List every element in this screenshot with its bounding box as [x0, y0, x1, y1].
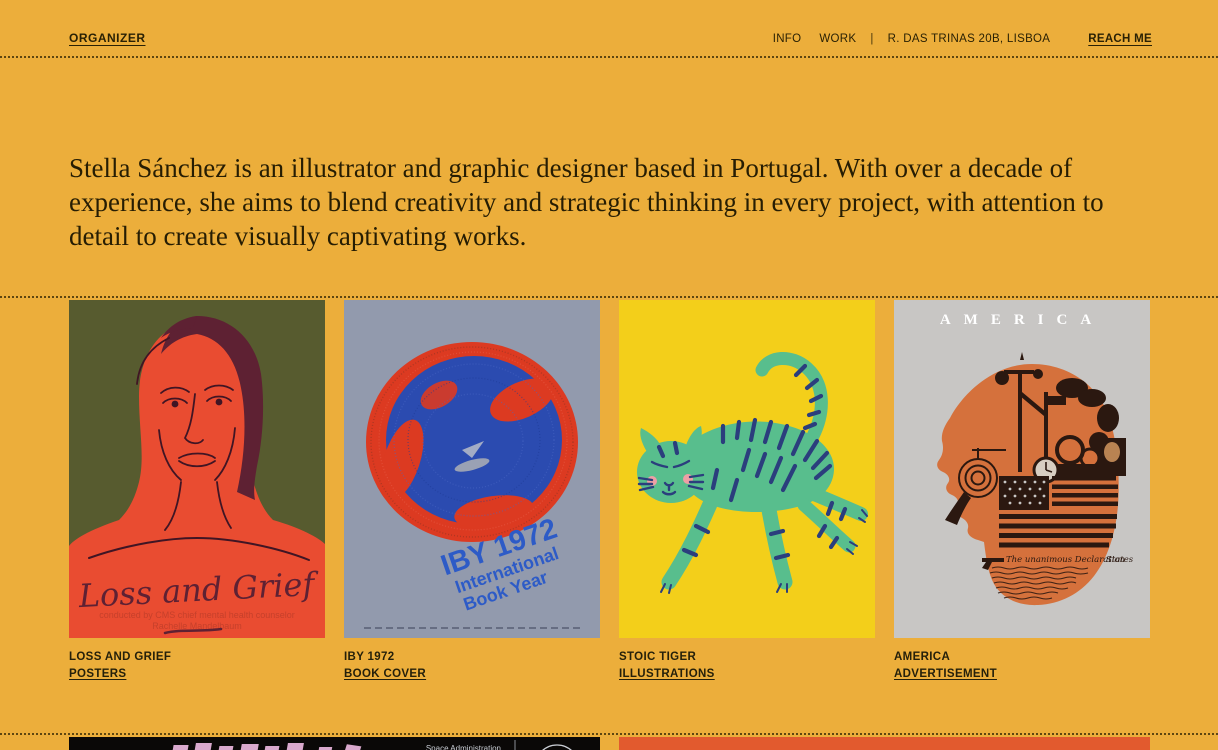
project-card-orange[interactable]: [619, 737, 1150, 750]
nav-item-work[interactable]: WORK: [819, 33, 856, 45]
stoic-tiger-poster-art: [619, 300, 875, 638]
portfolio-page: ORGANIZER INFO WORK | R. DAS TRINAS 20B,…: [0, 0, 1218, 750]
project-category-link[interactable]: BOOK COVER: [344, 667, 426, 681]
project-card-space[interactable]: Space Administration: [69, 737, 600, 750]
nav-item-info[interactable]: INFO: [773, 33, 802, 45]
project-caption: AMERICA ADVERTISEMENT: [894, 650, 1150, 682]
section-divider-bottom: [0, 733, 1218, 735]
project-card-loss-and-grief[interactable]: Loss and Grief conducted by CMS chief me…: [69, 300, 325, 682]
intro-paragraph: Stella Sánchez is an illustrator and gra…: [69, 151, 1157, 253]
project-card-iby-1972[interactable]: IBY 1972 International Book Year IBY 197…: [344, 300, 600, 682]
loss-and-grief-poster-art: Loss and Grief conducted by CMS chief me…: [69, 300, 325, 638]
project-category-link[interactable]: ILLUSTRATIONS: [619, 667, 715, 681]
iby-1972-poster-art: IBY 1972 International Book Year: [344, 300, 600, 638]
section-divider-top: [0, 296, 1218, 298]
declaration-end: States: [1106, 555, 1134, 565]
poster-credit-1: conducted by CMS chief mental health cou…: [99, 610, 295, 620]
space-administration-label: Space Administration: [426, 744, 501, 750]
nav-address: R. DAS TRINAS 20B, LISBOA: [888, 33, 1051, 45]
project-title: STOIC TIGER: [619, 650, 875, 664]
orange-poster-image[interactable]: [619, 737, 1150, 750]
loss-and-grief-poster-image[interactable]: Loss and Grief conducted by CMS chief me…: [69, 300, 325, 638]
project-caption: IBY 1972 BOOK COVER: [344, 650, 600, 682]
project-caption: LOSS AND GRIEF POSTERS: [69, 650, 325, 682]
poster-america-title: AMERICA: [940, 312, 1104, 328]
iby-1972-poster-image[interactable]: IBY 1972 International Book Year: [344, 300, 600, 638]
project-card-america[interactable]: AMERICA: [894, 300, 1150, 682]
space-poster-art: Space Administration: [69, 737, 600, 750]
project-card-stoic-tiger[interactable]: STOIC TIGER ILLUSTRATIONS: [619, 300, 875, 682]
space-poster-image[interactable]: Space Administration: [69, 737, 600, 750]
header: ORGANIZER INFO WORK | R. DAS TRINAS 20B,…: [0, 0, 1218, 58]
america-poster-art: AMERICA: [894, 300, 1150, 638]
projects-row-2: Space Administration: [69, 737, 1218, 750]
orange-poster-art: [619, 737, 1150, 750]
projects-row-1: Loss and Grief conducted by CMS chief me…: [69, 300, 1218, 682]
main-nav: INFO WORK | R. DAS TRINAS 20B, LISBOA RE…: [773, 33, 1152, 45]
project-title: IBY 1972: [344, 650, 600, 664]
project-category-link[interactable]: POSTERS: [69, 667, 126, 681]
nav-reach-me-link[interactable]: REACH ME: [1088, 33, 1152, 45]
logo-organizer[interactable]: ORGANIZER: [69, 31, 146, 45]
project-caption: STOIC TIGER ILLUSTRATIONS: [619, 650, 875, 682]
project-title: AMERICA: [894, 650, 1150, 664]
stoic-tiger-poster-image[interactable]: [619, 300, 875, 638]
america-poster-image[interactable]: AMERICA: [894, 300, 1150, 638]
project-category-link[interactable]: ADVERTISEMENT: [894, 667, 997, 681]
project-title: LOSS AND GRIEF: [69, 650, 325, 664]
nav-separator: |: [870, 33, 873, 45]
moire-blob: [366, 342, 578, 542]
